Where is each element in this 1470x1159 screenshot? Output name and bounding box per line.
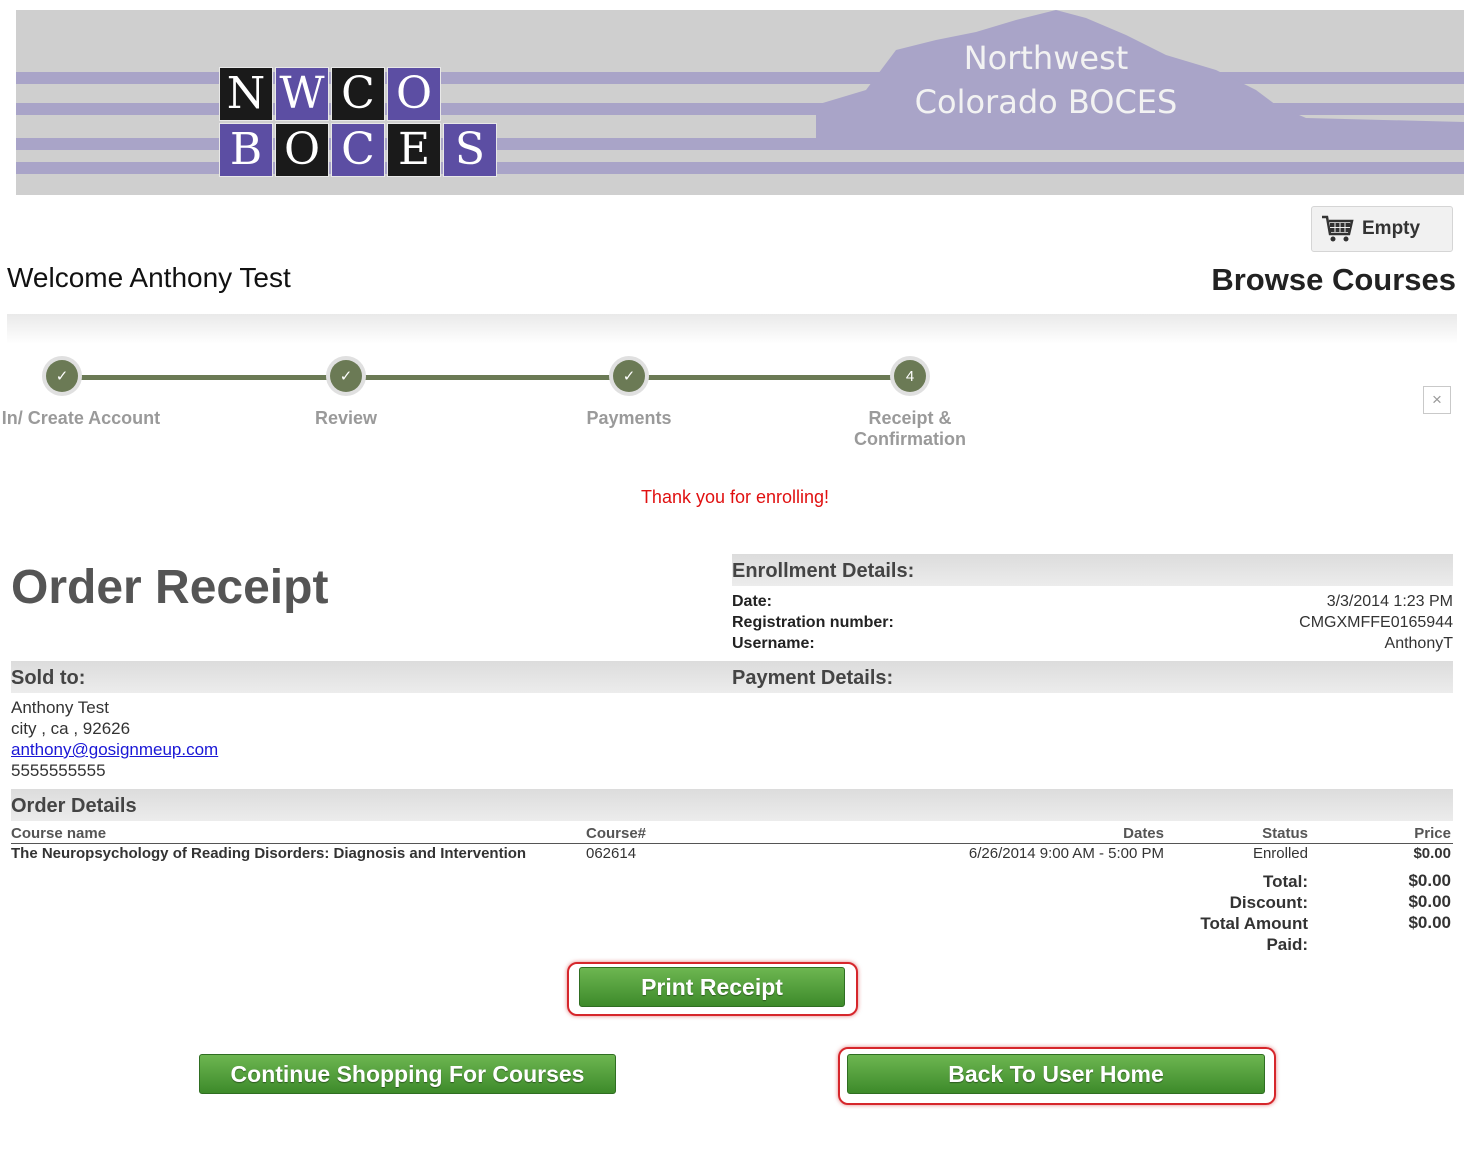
step-check-icon: ✓ xyxy=(326,356,366,396)
progress-track xyxy=(62,375,910,380)
status-cell: Enrolled xyxy=(1252,845,1308,862)
username-label: Username: xyxy=(732,635,815,652)
org-name-line2: Colorado BOCES xyxy=(914,83,1178,121)
total-value: $0.00 xyxy=(1408,871,1451,890)
step-label: Receipt & Confirmation xyxy=(854,408,966,449)
step-login: ✓ Log In/ Create Account xyxy=(0,356,160,429)
discount-value: $0.00 xyxy=(1408,892,1451,911)
back-to-user-home-button[interactable]: Back To User Home xyxy=(847,1054,1265,1094)
customer-phone: 5555555555 xyxy=(11,761,106,780)
discount-label: Discount: xyxy=(1229,893,1308,912)
table-divider xyxy=(11,843,1453,844)
total-paid-label: Total Amount Paid: xyxy=(1200,914,1308,954)
print-receipt-button[interactable]: Print Receipt xyxy=(579,967,845,1007)
course-name-cell: The Neuropsychology of Reading Disorders… xyxy=(11,845,527,862)
order-details-heading: Order Details xyxy=(11,789,1453,821)
column-header-price: Price xyxy=(1414,825,1451,842)
username-value: AnthonyT xyxy=(1384,635,1453,652)
step-review: ✓ Review xyxy=(286,356,406,429)
date-label: Date: xyxy=(732,593,773,610)
column-header-status: Status xyxy=(1262,825,1308,842)
dates-cell: 6/26/2014 9:00 AM - 5:00 PM xyxy=(968,845,1164,862)
step-label: Review xyxy=(314,408,378,428)
cart-button[interactable]: Empty xyxy=(1311,206,1453,252)
org-name-line1: Northwest xyxy=(963,39,1129,77)
total-label: Total: xyxy=(1262,872,1308,891)
step-receipt: 4 Receipt & Confirmation xyxy=(850,356,970,450)
header-banner: N W C O B O C E S Northwest Colorado BOC… xyxy=(16,10,1464,195)
payment-details-heading: Payment Details: xyxy=(732,661,1453,693)
course-number-cell: 062614 xyxy=(586,845,637,862)
page-title: Order Receipt xyxy=(11,561,329,614)
date-value: 3/3/2014 1:23 PM xyxy=(1326,593,1453,610)
org-name: Northwest Colorado BOCES xyxy=(896,36,1196,124)
column-header-course-number: Course# xyxy=(586,825,647,842)
logo-tile: O xyxy=(275,123,329,177)
step-label: Log In/ Create Account xyxy=(0,408,161,428)
logo-tile: C xyxy=(331,67,385,121)
nwcoboces-logo[interactable]: N W C O B O C E S xyxy=(218,66,498,178)
column-header-course-name: Course name xyxy=(11,825,107,842)
logo-tile: E xyxy=(387,123,441,177)
logo-tile: W xyxy=(275,67,329,121)
browse-courses-link[interactable]: Browse Courses xyxy=(1211,262,1456,298)
registration-label: Registration number: xyxy=(732,614,894,631)
continue-shopping-button[interactable]: Continue Shopping For Courses xyxy=(199,1054,616,1094)
steps-band xyxy=(7,314,1457,344)
column-header-dates: Dates xyxy=(1123,825,1164,842)
sold-to-block: Anthony Test city , ca , 92626 anthony@g… xyxy=(11,697,218,781)
cart-status-label: Empty xyxy=(1362,218,1421,239)
step-label: Payments xyxy=(586,408,672,428)
step-check-icon: ✓ xyxy=(609,356,649,396)
step-check-icon: ✓ xyxy=(42,356,82,396)
thank-you-message: Thank you for enrolling! xyxy=(640,487,830,507)
registration-value: CMGXMFFE0165944 xyxy=(1299,614,1453,631)
logo-tile: B xyxy=(219,123,273,177)
cart-icon xyxy=(1322,215,1354,242)
customer-name: Anthony Test xyxy=(11,698,109,717)
enrollment-details-heading: Enrollment Details: xyxy=(732,554,1453,586)
sold-to-heading: Sold to: xyxy=(11,661,732,693)
customer-address: city , ca , 92626 xyxy=(11,719,131,738)
welcome-text: Welcome Anthony Test xyxy=(7,262,291,293)
logo-tile: S xyxy=(443,123,497,177)
total-paid-value: $0.00 xyxy=(1408,913,1451,932)
logo-tile: C xyxy=(331,123,385,177)
logo-tile: N xyxy=(219,67,273,121)
step-payments: ✓ Payments xyxy=(569,356,689,429)
customer-email-link[interactable]: anthony@gosignmeup.com xyxy=(11,740,218,759)
logo-tile: O xyxy=(387,67,441,121)
step-number-badge: 4 xyxy=(890,356,930,396)
close-icon[interactable]: × xyxy=(1423,386,1451,414)
price-cell: $0.00 xyxy=(1413,845,1451,862)
